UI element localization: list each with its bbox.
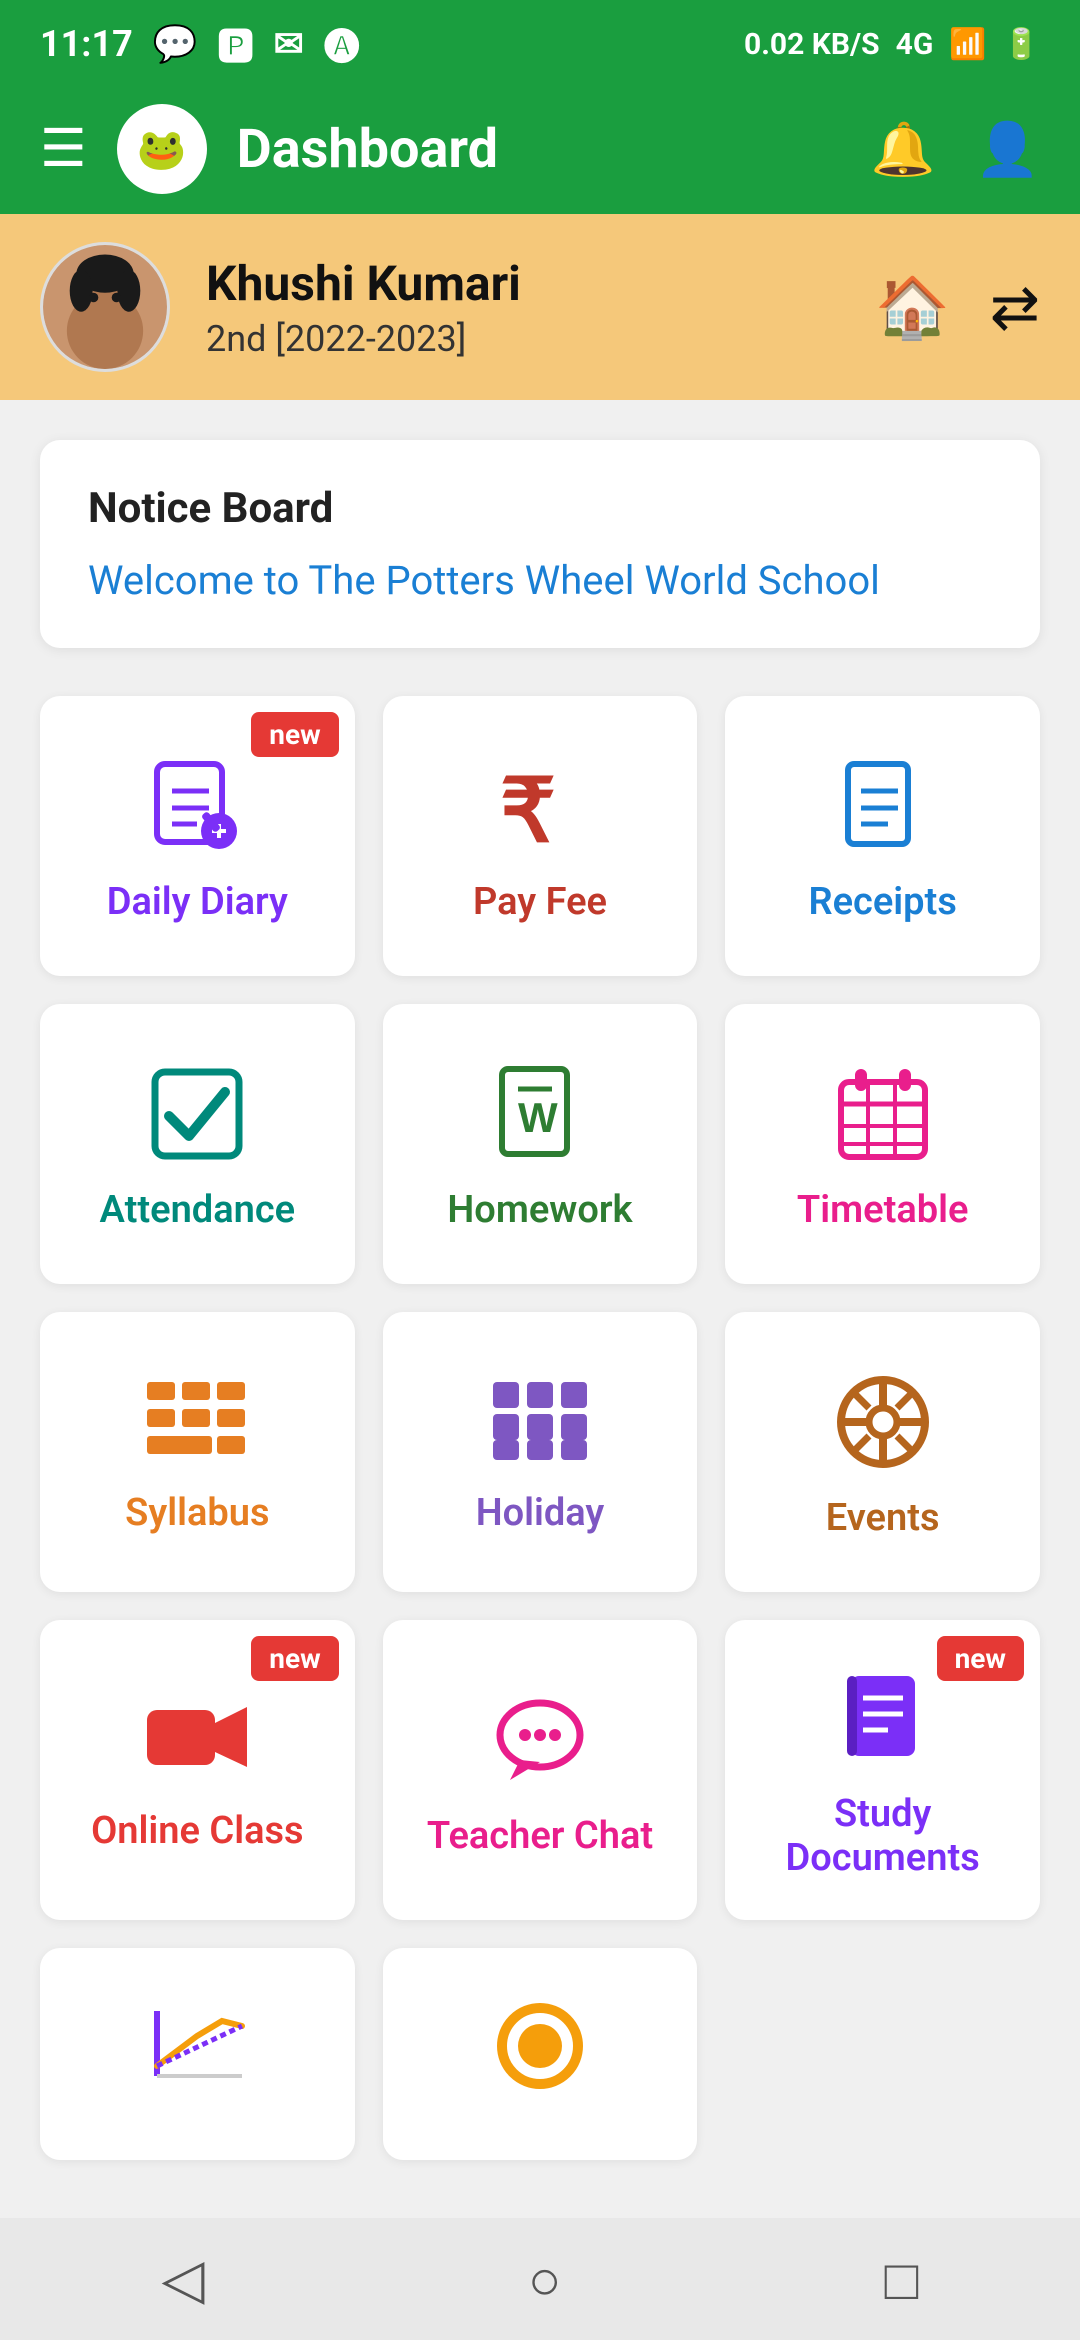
app-icon: 🅐 xyxy=(324,18,360,70)
chart-icon xyxy=(142,2006,252,2086)
speed-display: 0.02 KB/S xyxy=(744,27,880,62)
pay-fee-label: Pay Fee xyxy=(473,880,607,924)
grid-item-result[interactable] xyxy=(40,1948,355,2160)
syllabus-label: Syllabus xyxy=(125,1491,269,1535)
bottom-partial-grid xyxy=(0,1948,1080,2188)
events-icon xyxy=(833,1372,933,1472)
receipt-icon xyxy=(833,756,933,856)
events-label: Events xyxy=(826,1496,940,1540)
page-title: Dashboard xyxy=(237,118,841,181)
logo-icon: 🐸 xyxy=(137,126,187,173)
switch-icon[interactable]: ⇄ xyxy=(990,272,1040,343)
circle-icon xyxy=(490,1996,590,2096)
status-left: 11:17 💬 🅿 ✉ 🅐 xyxy=(40,18,360,70)
status-bar: 11:17 💬 🅿 ✉ 🅐 0.02 KB/S 4G 📶 🔋 xyxy=(0,0,1080,84)
timetable-icon xyxy=(833,1064,933,1164)
new-badge-diary: new xyxy=(251,712,338,757)
grid-item-holiday[interactable]: Holiday xyxy=(383,1312,698,1592)
top-nav: ☰ 🐸 Dashboard 🔔 👤 xyxy=(0,84,1080,214)
book-icon xyxy=(833,1668,933,1768)
study-documents-label: Study Documents xyxy=(745,1792,1020,1880)
grid-item-homework[interactable]: W Homework xyxy=(383,1004,698,1284)
nav-action-icons: 🔔 👤 xyxy=(871,119,1041,180)
diary-label: Daily Diary xyxy=(107,880,288,924)
time-display: 11:17 xyxy=(40,23,133,65)
new-badge-study: new xyxy=(937,1636,1024,1681)
grid-item-attendance[interactable]: Attendance xyxy=(40,1004,355,1284)
notice-board-text[interactable]: Welcome to The Potters Wheel World Schoo… xyxy=(88,557,992,604)
attendance-label: Attendance xyxy=(100,1188,296,1232)
grid-item-receipts[interactable]: Receipts xyxy=(725,696,1040,976)
notice-board-title: Notice Board xyxy=(88,484,992,533)
grid-item-study-documents[interactable]: new Study Documents xyxy=(725,1620,1040,1920)
svg-text:₹: ₹ xyxy=(500,761,556,856)
homework-label: Homework xyxy=(447,1188,632,1232)
battery-icon: 🔋 xyxy=(1003,27,1040,62)
syllabus-icon xyxy=(142,1377,252,1467)
home-icon[interactable]: 🏠 xyxy=(875,272,950,343)
chat-icon xyxy=(490,1690,590,1790)
rupee-icon: ₹ xyxy=(490,756,590,856)
attendance-icon xyxy=(147,1064,247,1164)
menu-button[interactable]: ☰ xyxy=(40,123,87,175)
holiday-label: Holiday xyxy=(476,1491,605,1535)
teacher-chat-label: Teacher Chat xyxy=(427,1814,653,1858)
status-right: 0.02 KB/S 4G 📶 🔋 xyxy=(744,27,1040,62)
back-button[interactable]: ◁ xyxy=(162,2246,205,2312)
online-class-label: Online Class xyxy=(91,1809,304,1853)
signal-icon: 📶 xyxy=(949,27,986,62)
grid-item-circular[interactable] xyxy=(383,1948,698,2160)
user-name: Khushi Kumari xyxy=(206,255,839,312)
grid-item-events[interactable]: Events xyxy=(725,1312,1040,1592)
diary-icon xyxy=(147,756,247,856)
recent-button[interactable]: □ xyxy=(885,2247,919,2312)
home-button[interactable]: ○ xyxy=(528,2247,562,2312)
user-info: Khushi Kumari 2nd [2022-2023] xyxy=(206,255,839,360)
holiday-icon xyxy=(485,1377,595,1467)
grid-item-empty xyxy=(725,1948,1040,2160)
grid-item-timetable[interactable]: Timetable xyxy=(725,1004,1040,1284)
menu-grid: new Daily Diary ₹ Pay Fee xyxy=(0,668,1080,1948)
homework-icon: W xyxy=(490,1064,590,1164)
app-logo: 🐸 xyxy=(117,104,207,194)
bottom-navigation: ◁ ○ □ xyxy=(0,2218,1080,2340)
video-icon xyxy=(142,1695,252,1785)
grid-item-online-class[interactable]: new Online Class xyxy=(40,1620,355,1920)
grid-item-teacher-chat[interactable]: Teacher Chat xyxy=(383,1620,698,1920)
grid-item-daily-diary[interactable]: new Daily Diary xyxy=(40,696,355,976)
svg-text:W: W xyxy=(518,1094,558,1141)
timetable-label: Timetable xyxy=(797,1188,969,1232)
parking-icon: 🅿 xyxy=(218,18,254,70)
user-banner: Khushi Kumari 2nd [2022-2023] 🏠 ⇄ xyxy=(0,214,1080,400)
grid-item-pay-fee[interactable]: ₹ Pay Fee xyxy=(383,696,698,976)
banner-icons: 🏠 ⇄ xyxy=(875,272,1040,343)
profile-icon[interactable]: 👤 xyxy=(975,119,1040,180)
notification-icon[interactable]: 🔔 xyxy=(871,119,936,180)
user-class: 2nd [2022-2023] xyxy=(206,318,839,360)
gmail-icon: ✉ xyxy=(274,23,304,65)
notice-board-card: Notice Board Welcome to The Potters Whee… xyxy=(40,440,1040,648)
network-icon: 4G xyxy=(896,27,934,62)
grid-item-syllabus[interactable]: Syllabus xyxy=(40,1312,355,1592)
new-badge-online: new xyxy=(251,1636,338,1681)
avatar xyxy=(40,242,170,372)
whatsapp-icon: 💬 xyxy=(153,23,198,65)
receipts-label: Receipts xyxy=(808,880,956,924)
